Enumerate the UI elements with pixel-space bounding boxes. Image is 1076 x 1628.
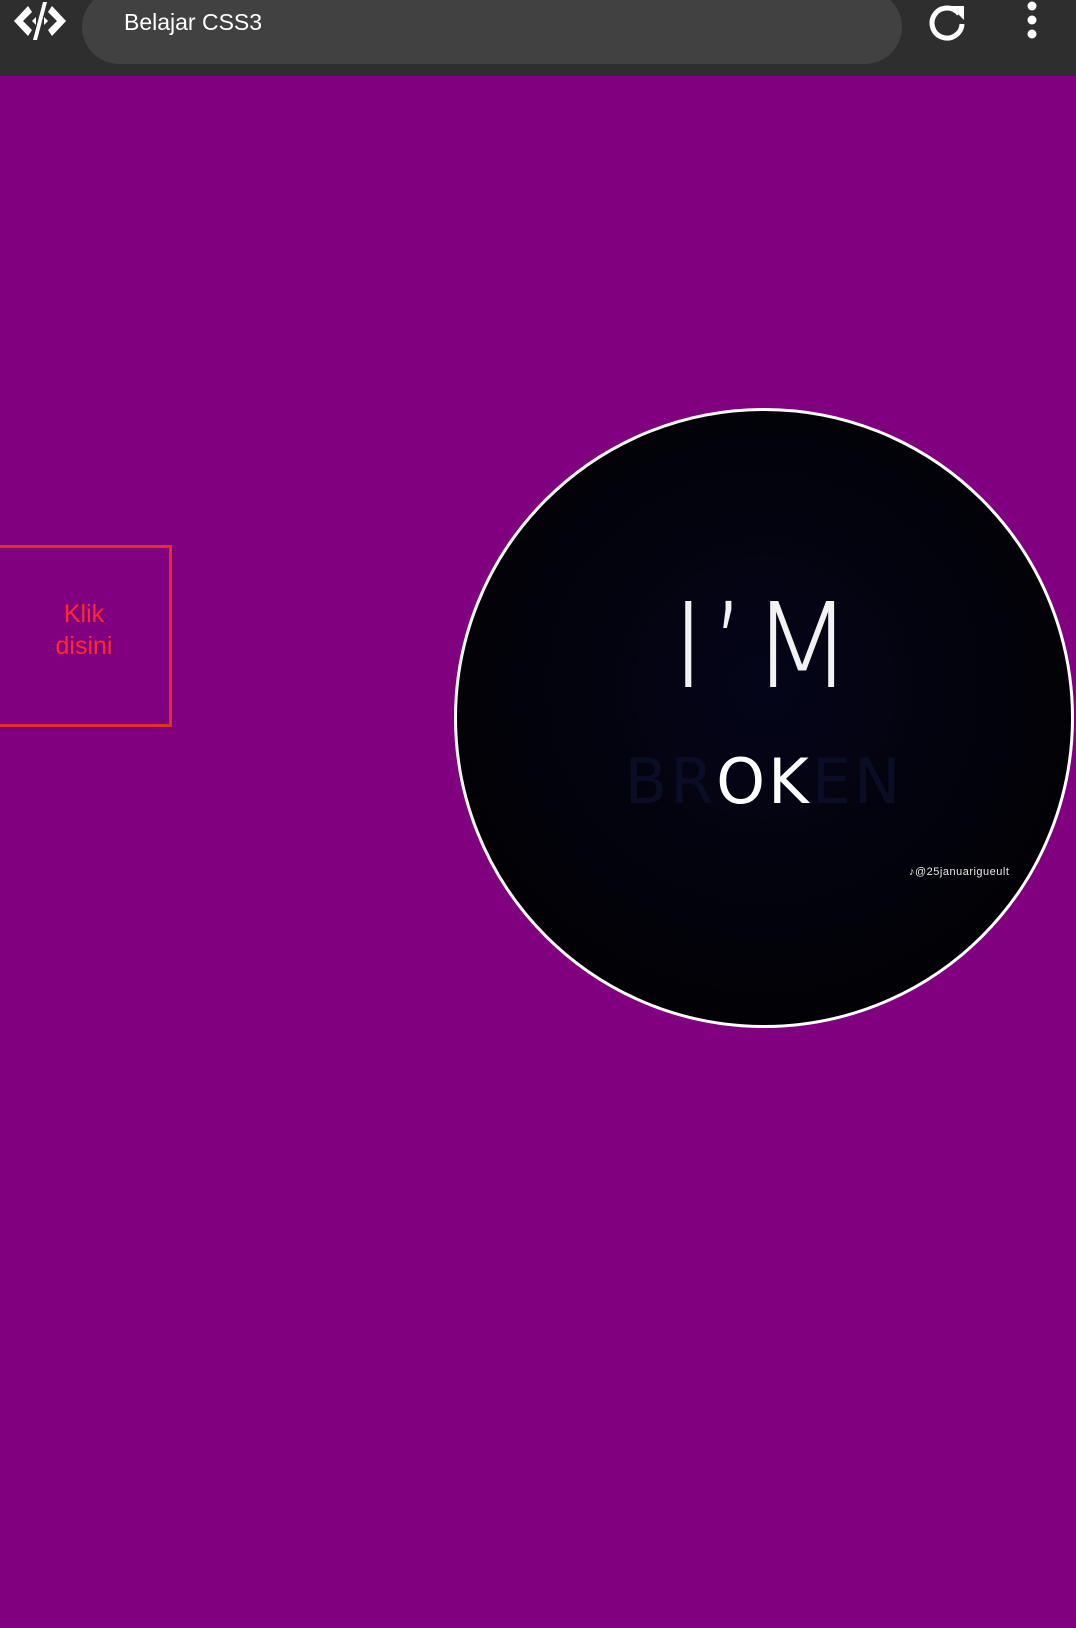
address-bar-text[interactable]: Belajar CSS3 [124,6,262,38]
reload-icon[interactable] [926,2,968,44]
button-label-line2: disini [55,632,113,660]
image-text-broken: BROKEN [457,746,1071,818]
image-watermark: ♪@25januarigueult [909,866,1010,878]
klik-disini-button[interactable]: Klik disini [0,545,172,727]
klik-disini-label: Klik disini [34,598,134,662]
page-content: Klik disini I’M BROKEN ♪@25januarigueult [0,76,1076,1628]
more-vert-icon[interactable] [1020,0,1044,44]
image-text-im: I’M [670,577,858,715]
circular-image: I’M BROKEN ♪@25januarigueult [454,408,1074,1028]
button-label-line1: Klik [63,600,105,628]
image-text-broken-start: BR [624,745,717,818]
code-bracket-logo-icon[interactable] [12,0,68,42]
browser-toolbar: Belajar CSS3 [0,0,1076,76]
image-text-broken-end: EN [811,745,904,818]
image-text-broken-middle: OK [716,745,812,818]
